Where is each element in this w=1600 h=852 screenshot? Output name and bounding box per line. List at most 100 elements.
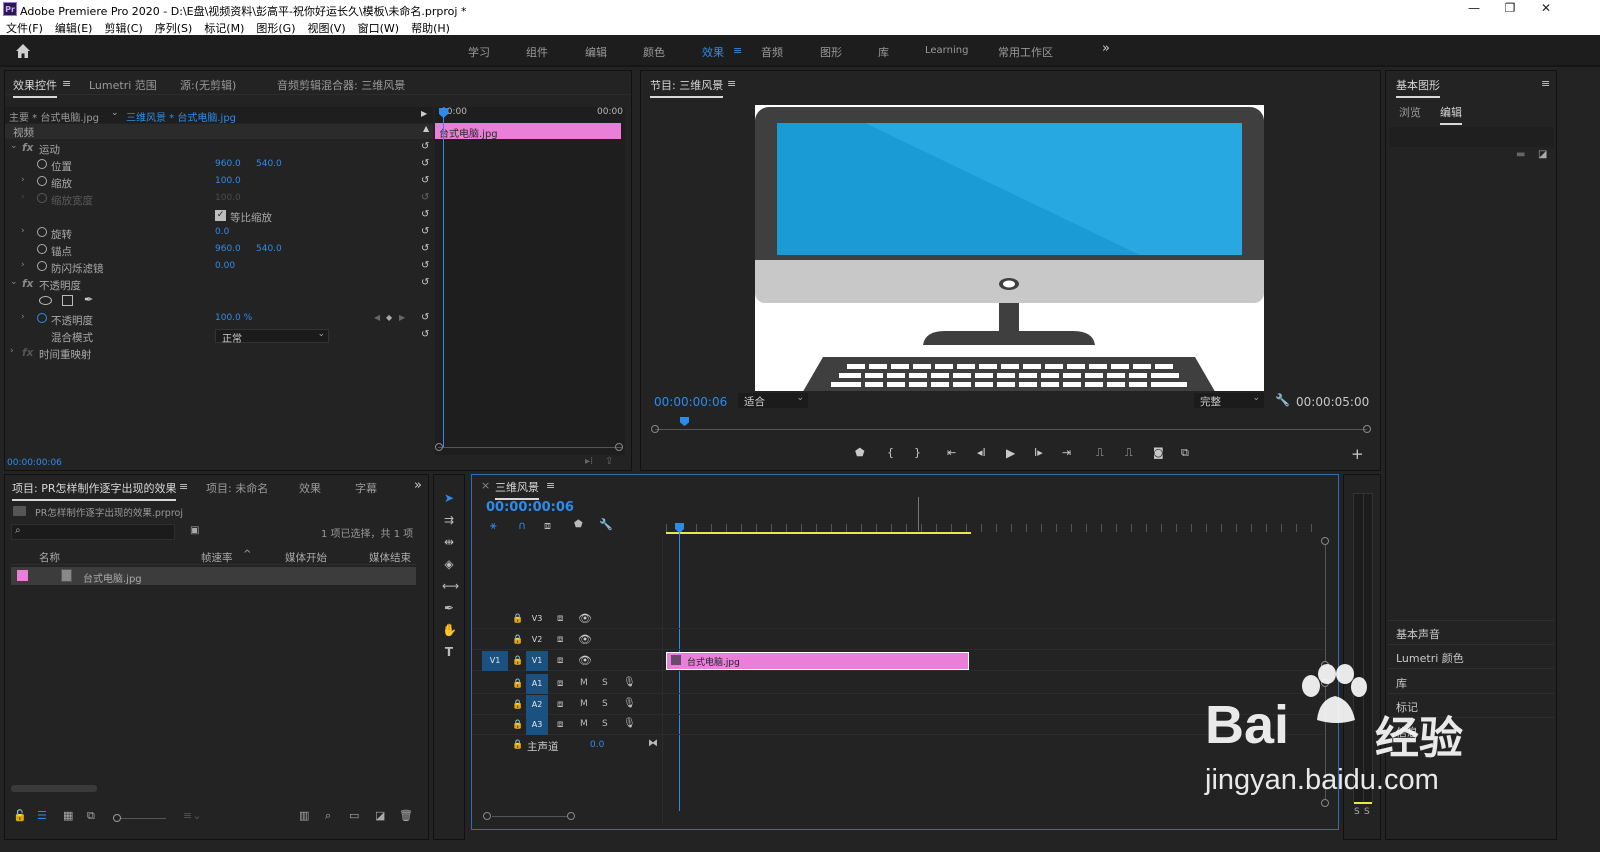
essential-sound-tab[interactable]: 基本声音 bbox=[1396, 626, 1440, 642]
reset-icon[interactable]: ↺ bbox=[421, 209, 433, 221]
workspace-color[interactable]: 颜色 bbox=[643, 44, 665, 60]
sort-icons-icon[interactable]: ≡⌄ bbox=[183, 809, 201, 822]
program-timecode[interactable]: 00:00:00:06 bbox=[654, 395, 727, 409]
linked-selection-icon[interactable]: ⧈ bbox=[544, 519, 551, 533]
lock-icon[interactable]: 🔓 bbox=[13, 809, 27, 822]
nest-toggle-icon[interactable]: ⚹ bbox=[490, 519, 497, 533]
new-search-bin-icon[interactable]: ▣ bbox=[190, 525, 199, 536]
pen-mask-icon[interactable]: ✒ bbox=[84, 293, 93, 306]
lock-icon[interactable]: 🔒 bbox=[512, 614, 523, 624]
h-scroll-handle-left[interactable] bbox=[483, 812, 491, 820]
v-scroll-track-audio[interactable] bbox=[1325, 687, 1326, 799]
expand-arrow-icon[interactable]: › bbox=[21, 226, 25, 236]
new-bin-icon[interactable]: ▭ bbox=[349, 809, 359, 822]
anchor-x-value[interactable]: 960.0 bbox=[215, 244, 241, 254]
tab-audio-clip-mixer[interactable]: 音频剪辑混合器: 三维风景 bbox=[277, 77, 405, 93]
zoom-slider-track[interactable] bbox=[121, 818, 166, 819]
timeline-playhead-line[interactable] bbox=[679, 533, 680, 811]
ec-playhead[interactable] bbox=[443, 107, 444, 447]
tab-edit[interactable]: 编辑 bbox=[1440, 104, 1462, 125]
stopwatch-icon[interactable] bbox=[37, 244, 47, 254]
home-icon[interactable] bbox=[15, 43, 31, 59]
v-scroll-handle-bottom-audio[interactable] bbox=[1321, 799, 1329, 807]
zoom-slider-handle[interactable] bbox=[113, 814, 121, 822]
sequence-clip-label[interactable]: 三维风景 * 台式电脑.jpg bbox=[126, 109, 236, 124]
snap-magnet-icon[interactable]: ∩ bbox=[518, 519, 526, 532]
reset-icon[interactable]: ↺ bbox=[421, 243, 433, 255]
mute-button[interactable]: M bbox=[580, 699, 588, 709]
ec-zoom-bar[interactable] bbox=[438, 447, 622, 448]
go-to-end-icon[interactable]: ⧓ bbox=[648, 738, 658, 749]
razor-tool-icon[interactable]: ◈ bbox=[442, 557, 456, 571]
collapse-arrow-icon[interactable]: ⌄ bbox=[10, 141, 18, 151]
reset-icon[interactable]: ↺ bbox=[421, 158, 433, 170]
label-color-swatch[interactable] bbox=[17, 570, 28, 581]
mark-in-icon[interactable]: { bbox=[887, 446, 894, 459]
workspace-learn[interactable]: 学习 bbox=[468, 44, 490, 60]
stopwatch-icon[interactable] bbox=[37, 159, 47, 169]
info-tab[interactable]: 信息 bbox=[1396, 724, 1418, 740]
panel-menu-icon[interactable]: ≡ bbox=[1541, 77, 1550, 90]
tab-captions[interactable]: 字幕 bbox=[355, 480, 377, 496]
maximize-button[interactable]: ❐ bbox=[1492, 0, 1528, 19]
pen-tool-icon[interactable]: ✒ bbox=[442, 601, 456, 615]
new-folder-icon[interactable]: ▬ bbox=[1516, 149, 1525, 160]
chevron-down-icon[interactable]: ⌄ bbox=[111, 108, 119, 118]
collapse-arrow-icon[interactable]: ⌄ bbox=[10, 277, 18, 287]
add-keyframe-icon[interactable]: ◆ bbox=[386, 313, 392, 322]
scrubber-handle-right[interactable] bbox=[1363, 425, 1371, 433]
sort-ascending-icon[interactable]: ^ bbox=[243, 549, 251, 560]
scrubber-handle-left[interactable] bbox=[651, 425, 659, 433]
reset-icon[interactable]: ↺ bbox=[421, 175, 433, 187]
go-to-out-icon[interactable]: ⇥ bbox=[1062, 446, 1071, 459]
expand-timeline-icon[interactable]: ▶ bbox=[421, 109, 427, 118]
eye-icon[interactable]: 👁 bbox=[578, 654, 592, 667]
rotation-value[interactable]: 0.0 bbox=[215, 227, 229, 237]
track-target-v1[interactable]: V1 bbox=[526, 651, 548, 671]
lock-icon[interactable]: 🔒 bbox=[512, 720, 523, 730]
automate-to-sequence-icon[interactable]: ▥ bbox=[299, 809, 309, 822]
work-area-bar[interactable] bbox=[666, 532, 971, 534]
lock-icon[interactable]: 🔒 bbox=[512, 740, 523, 750]
sync-lock-icon[interactable]: ⧈ bbox=[557, 719, 563, 730]
position-y-value[interactable]: 540.0 bbox=[256, 159, 282, 169]
close-tab-icon[interactable]: × bbox=[481, 479, 490, 492]
project-scrollbar[interactable] bbox=[11, 785, 97, 792]
rectangle-mask-icon[interactable] bbox=[62, 295, 73, 306]
mute-button[interactable]: M bbox=[580, 678, 588, 688]
microphone-icon[interactable]: 🎙 bbox=[623, 718, 636, 729]
time-ruler[interactable] bbox=[666, 497, 1326, 535]
master-clip-label[interactable]: 主要 * 台式电脑.jpg bbox=[9, 109, 99, 124]
v-scroll-handle-top[interactable] bbox=[1321, 537, 1329, 545]
reset-icon[interactable]: ↺ bbox=[421, 312, 433, 324]
video-preview[interactable] bbox=[755, 105, 1264, 391]
blend-mode-select[interactable]: 正常 ⌄ bbox=[215, 329, 329, 345]
tab-effects[interactable]: 效果 bbox=[299, 480, 321, 496]
workspace-editing[interactable]: 编辑 bbox=[585, 44, 607, 60]
freeform-view-icon[interactable]: ⧉ bbox=[87, 809, 95, 823]
tab-project-untitled[interactable]: 项目: 未命名 bbox=[206, 480, 268, 496]
lumetri-color-tab[interactable]: Lumetri 颜色 bbox=[1396, 650, 1464, 666]
ellipse-mask-icon[interactable] bbox=[39, 296, 52, 305]
track-select-tool-icon[interactable]: ⇉ bbox=[442, 513, 456, 527]
solo-right-button[interactable]: S bbox=[1364, 807, 1370, 817]
mute-button[interactable]: M bbox=[580, 719, 588, 729]
h-scroll-track[interactable] bbox=[492, 816, 568, 817]
panel-menu-icon[interactable]: ≡ bbox=[546, 479, 555, 492]
lock-icon[interactable]: 🔒 bbox=[512, 656, 523, 666]
stopwatch-icon[interactable] bbox=[37, 227, 47, 237]
resolution-select[interactable]: 完整 ⌄ bbox=[1194, 393, 1264, 408]
markers-tab[interactable]: 标记 bbox=[1396, 699, 1418, 715]
timeline-tab[interactable]: 三维风景 bbox=[495, 479, 539, 500]
filter-icon[interactable]: ▸⁞ bbox=[585, 456, 593, 467]
sync-lock-icon[interactable]: ⧈ bbox=[557, 678, 563, 689]
microphone-icon[interactable]: 🎙 bbox=[623, 698, 636, 709]
panel-menu-icon[interactable]: ≡ bbox=[179, 480, 188, 493]
export-frame-camera-icon[interactable]: ◙ bbox=[1153, 446, 1164, 459]
reset-icon[interactable]: ↺ bbox=[421, 226, 433, 238]
workspace-assembly[interactable]: 组件 bbox=[526, 44, 548, 60]
program-scrubber[interactable] bbox=[651, 417, 1371, 435]
track-target-a1[interactable]: A1 bbox=[526, 674, 548, 694]
next-keyframe-icon[interactable]: ▶ bbox=[399, 313, 405, 322]
microphone-icon[interactable]: 🎙 bbox=[623, 677, 636, 688]
